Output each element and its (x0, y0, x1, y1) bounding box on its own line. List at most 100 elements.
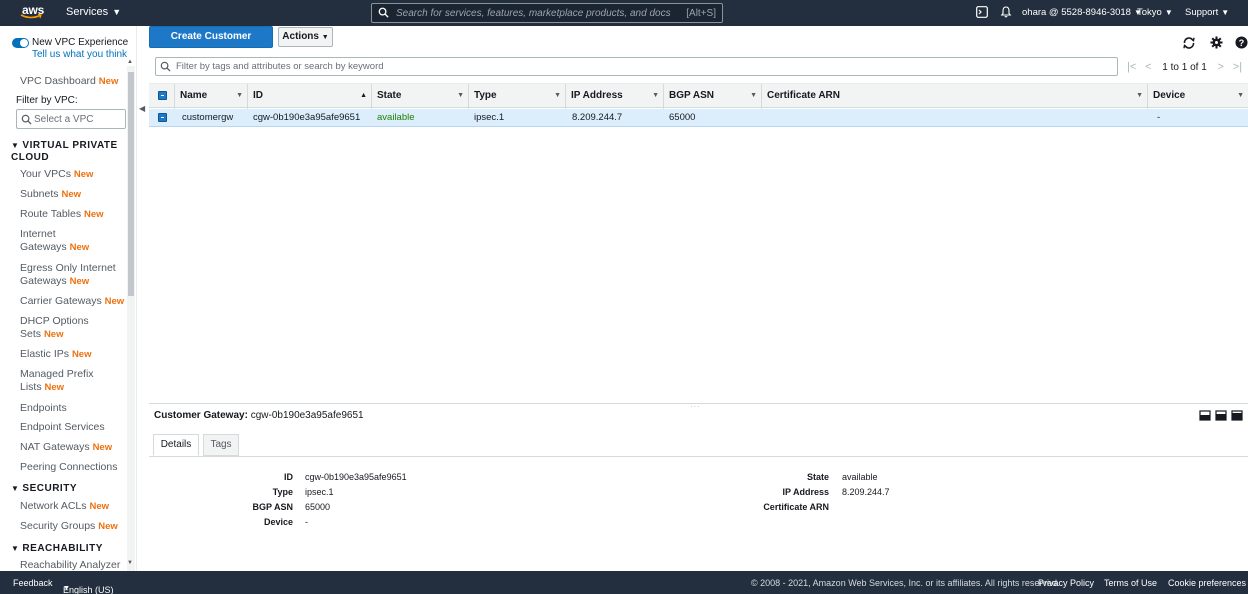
table-row[interactable]: customergw cgw-0b190e3a95afe9651 availab… (149, 109, 1248, 127)
help-icon[interactable]: ? (1235, 36, 1248, 52)
section-label: SECURITY (22, 483, 77, 494)
sidebar-item-label: Security Groups (20, 520, 96, 532)
layout-full-icon[interactable] (1231, 410, 1243, 421)
new-badge: New (69, 242, 90, 253)
layout-split-bottom-icon[interactable] (1199, 410, 1211, 421)
cell-name: customergw (182, 112, 234, 123)
new-experience-toggle[interactable] (12, 38, 29, 48)
sidebar-item-peering-connections[interactable]: Peering Connections (20, 461, 126, 474)
section-virtual-private-cloud[interactable]: ▼ VIRTUAL PRIVATE CLOUD (11, 140, 126, 164)
new-badge: New (71, 349, 92, 360)
sidebar-item-reachability-analyzer[interactable]: Reachability Analyzer (20, 559, 126, 571)
collapse-sidebar-icon[interactable]: ◀ (139, 104, 148, 118)
cell-bgp-asn: 65000 (669, 112, 696, 123)
layout-icons (1199, 410, 1247, 424)
layout-split-half-icon[interactable] (1215, 410, 1227, 421)
sidebar-item-network-acls[interactable]: Network ACLs New (20, 500, 126, 513)
sidebar-item-route-tables[interactable]: Route Tables New (20, 208, 126, 221)
sidebar-scrollbar[interactable]: ▲ ▼ (127, 59, 135, 571)
sidebar-item-label: Egress Only Internet Gateways (20, 262, 116, 287)
sidebar-item-internet-gateways[interactable]: Internet Gateways New (20, 228, 100, 254)
new-badge: New (44, 382, 65, 393)
column-header-name[interactable]: Name ▼ (176, 84, 248, 109)
support-menu[interactable]: Support ▼ (1185, 7, 1229, 18)
vpc-filter-placeholder: Select a VPC (34, 114, 94, 125)
cell-id: cgw-0b190e3a95afe9651 (253, 112, 361, 123)
table-header: Name ▼ ID ▲ State ▼ Type ▼ IP Address ▼ BGP A… (149, 83, 1248, 109)
scroll-down-icon[interactable]: ▼ (127, 560, 133, 566)
tab-details[interactable]: Details (153, 434, 199, 456)
detail-label-certificate-arn: Certificate ARN (763, 502, 829, 512)
column-header-type[interactable]: Type ▼ (470, 84, 566, 109)
privacy-policy-link[interactable]: Privacy Policy (1038, 578, 1094, 588)
sidebar-item-endpoint-services[interactable]: Endpoint Services (20, 421, 126, 434)
column-header-id[interactable]: ID ▲ (249, 84, 372, 109)
column-header-ip-address[interactable]: IP Address ▼ (567, 84, 664, 109)
services-label: Services (66, 6, 109, 18)
detail-label-device: Device (263, 517, 293, 527)
first-page-icon[interactable]: |< (1127, 61, 1136, 73)
sidebar-item-vpc-dashboard[interactable]: VPC Dashboard New (20, 75, 126, 88)
scroll-up-icon[interactable]: ▲ (127, 59, 133, 65)
sidebar-item-elastic-ips[interactable]: Elastic IPs New (20, 348, 126, 361)
section-security[interactable]: ▼ SECURITY (11, 483, 126, 495)
sidebar-item-label: Your VPCs (20, 168, 71, 180)
filter-input[interactable]: Filter by tags and attributes or search … (155, 57, 1118, 76)
account-menu[interactable]: ohara @ 5528-8946-3018 ▼ (1022, 7, 1142, 18)
terms-of-use-link[interactable]: Terms of Use (1104, 578, 1157, 588)
tab-label: Details (160, 439, 192, 450)
footer-feedback-link[interactable]: Feedback (13, 578, 53, 588)
tab-tags[interactable]: Tags (203, 434, 239, 456)
sidebar-item-security-groups[interactable]: Security Groups New (20, 520, 126, 533)
section-label: VIRTUAL PRIVATE CLOUD (11, 140, 118, 163)
sidebar-item-your-vpcs[interactable]: Your VPCs New (20, 168, 126, 181)
detail-value-state: available (842, 472, 878, 482)
sidebar-item-dhcp-options-sets[interactable]: DHCP Options Sets New (20, 315, 100, 341)
region-menu[interactable]: Tokyo ▼ (1137, 7, 1173, 18)
section-reachability[interactable]: ▼ REACHABILITY (11, 543, 126, 555)
previous-page-icon[interactable]: < (1145, 61, 1151, 73)
column-header-device[interactable]: Device ▼ (1149, 84, 1248, 109)
sidebar-item-label: Endpoints (20, 402, 67, 414)
language-label: English (US) (63, 585, 114, 594)
sidebar-item-carrier-gateways[interactable]: Carrier Gateways New (20, 295, 130, 308)
sidebar-item-nat-gateways[interactable]: NAT Gateways New (20, 441, 126, 454)
refresh-icon[interactable] (1182, 36, 1196, 53)
actions-button[interactable]: Actions ▼ (278, 27, 333, 47)
services-menu[interactable]: Services ▼ (66, 6, 121, 18)
next-page-icon[interactable]: > (1218, 61, 1224, 73)
new-badge: New (61, 189, 81, 200)
column-header-bgp-asn[interactable]: BGP ASN ▼ (665, 84, 762, 109)
new-badge: New (98, 76, 119, 87)
new-badge: New (104, 296, 125, 307)
column-header-state[interactable]: State ▼ (373, 84, 469, 109)
create-customer-gateway-button[interactable]: Create Customer Gateway (149, 26, 273, 62)
column-header-certificate-arn[interactable]: Certificate ARN ▼ (763, 84, 1148, 109)
sidebar-item-label: Carrier Gateways (20, 295, 102, 307)
sidebar-item-endpoints[interactable]: Endpoints (20, 402, 126, 415)
sidebar-item-subnets[interactable]: Subnets New (20, 188, 126, 201)
sidebar-item-egress-only-internet-gateways[interactable]: Egress Only Internet Gateways New (20, 262, 126, 288)
sidebar-item-managed-prefix-lists[interactable]: Managed Prefix Lists New (20, 368, 100, 394)
new-badge: New (98, 521, 118, 532)
cloudshell-icon[interactable] (976, 6, 988, 21)
sidebar-item-label: NAT Gateways (20, 441, 90, 453)
detail-value-device: - (305, 517, 308, 527)
drag-handle-icon[interactable]: ··· (690, 402, 701, 411)
aws-logo[interactable]: aws (14, 3, 50, 23)
row-checkbox[interactable] (158, 113, 167, 122)
gear-icon[interactable] (1210, 36, 1223, 52)
bell-icon[interactable] (1000, 6, 1012, 21)
cookie-preferences-link[interactable]: Cookie preferences (1168, 578, 1246, 588)
actions-label: Actions (282, 31, 319, 42)
last-page-icon[interactable]: >| (1233, 61, 1242, 73)
detail-label-bgp-asn: BGP ASN (252, 502, 293, 512)
sidebar-scroll-thumb[interactable] (128, 72, 134, 296)
feedback-link[interactable]: Tell us what you think (32, 49, 127, 60)
detail-label-id: ID (284, 472, 293, 482)
global-search-input[interactable]: Search for services, features, marketpla… (371, 3, 723, 23)
filter-by-vpc-label: Filter by VPC: (16, 95, 78, 106)
select-all-checkbox[interactable] (158, 91, 167, 100)
detail-label-ip-address: IP Address (782, 487, 829, 497)
vpc-filter-select[interactable]: Select a VPC (16, 109, 126, 129)
